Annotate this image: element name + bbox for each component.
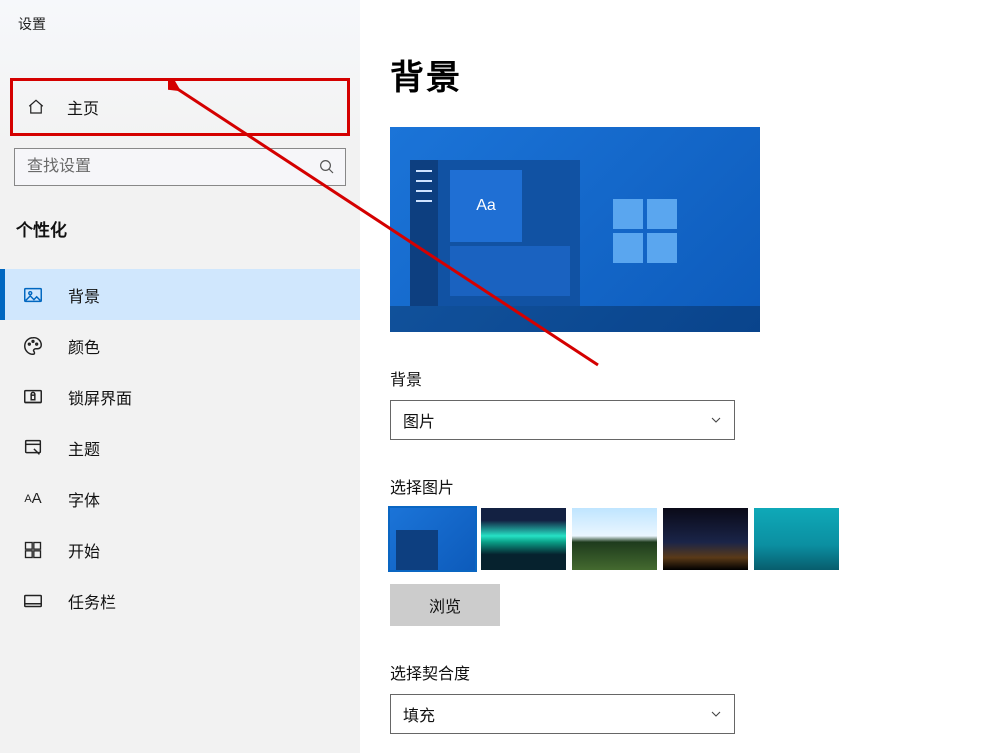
sidebar-item-label: 任务栏 — [68, 589, 116, 613]
main-content: 背景 Aa 背景 图片 选择图片 浏览 选择契合度 填充 — [360, 0, 1000, 734]
sidebar-item-label: 背景 — [68, 283, 100, 307]
taskbar-icon — [22, 590, 44, 612]
sidebar-item-fonts[interactable]: AA 字体 — [0, 473, 360, 524]
chevron-down-icon — [708, 412, 724, 428]
search-wrap — [14, 148, 346, 186]
desktop-preview: Aa — [390, 127, 760, 332]
thumb-windows-default[interactable] — [390, 508, 475, 570]
section-heading: 个性化 — [0, 216, 360, 241]
preview-start-menu: Aa — [410, 160, 580, 306]
windows-logo-icon — [613, 199, 678, 264]
choose-image-label: 选择图片 — [390, 474, 1000, 498]
sidebar-item-themes[interactable]: 主题 — [0, 422, 360, 473]
sidebar-item-background[interactable]: 背景 — [0, 269, 360, 320]
fit-label: 选择契合度 — [390, 660, 1000, 684]
search-icon — [318, 158, 336, 176]
image-thumbnails — [390, 508, 1000, 570]
preview-taskbar — [390, 306, 760, 332]
select-value: 填充 — [403, 702, 435, 726]
sidebar-item-taskbar[interactable]: 任务栏 — [0, 575, 360, 626]
sidebar-item-label: 开始 — [68, 538, 100, 562]
sidebar-item-colors[interactable]: 颜色 — [0, 320, 360, 371]
sidebar-item-label: 主题 — [68, 436, 100, 460]
background-source-select[interactable]: 图片 — [390, 400, 735, 440]
select-value: 图片 — [403, 408, 435, 432]
start-icon — [22, 539, 44, 561]
sidebar-item-label: 字体 — [68, 487, 100, 511]
sidebar: 设置 主页 个性化 背景 — [0, 0, 360, 753]
palette-icon — [22, 335, 44, 357]
sidebar-item-start[interactable]: 开始 — [0, 524, 360, 575]
search-input[interactable] — [14, 148, 346, 186]
themes-icon — [22, 437, 44, 459]
background-source-label: 背景 — [390, 366, 1000, 390]
thumb-underwater[interactable] — [754, 508, 839, 570]
image-icon — [22, 284, 44, 306]
sidebar-nav: 背景 颜色 锁屏界面 主 — [0, 269, 360, 626]
thumb-aurora[interactable] — [481, 508, 566, 570]
chevron-down-icon — [708, 706, 724, 722]
sidebar-item-lockscreen[interactable]: 锁屏界面 — [0, 371, 360, 422]
home-button[interactable]: 主页 — [10, 78, 350, 136]
preview-sample-tile: Aa — [450, 170, 522, 242]
window-title: 设置 — [0, 10, 360, 38]
home-icon — [27, 98, 45, 116]
thumb-cliff-beach[interactable] — [572, 508, 657, 570]
home-label: 主页 — [67, 95, 99, 119]
thumb-night-plain[interactable] — [663, 508, 748, 570]
lockscreen-icon — [22, 386, 44, 408]
fonts-icon: AA — [22, 488, 44, 510]
fit-select[interactable]: 填充 — [390, 694, 735, 734]
page-title: 背景 — [390, 50, 1000, 99]
sidebar-item-label: 颜色 — [68, 334, 100, 358]
sidebar-item-label: 锁屏界面 — [68, 385, 132, 409]
browse-button[interactable]: 浏览 — [390, 584, 500, 626]
